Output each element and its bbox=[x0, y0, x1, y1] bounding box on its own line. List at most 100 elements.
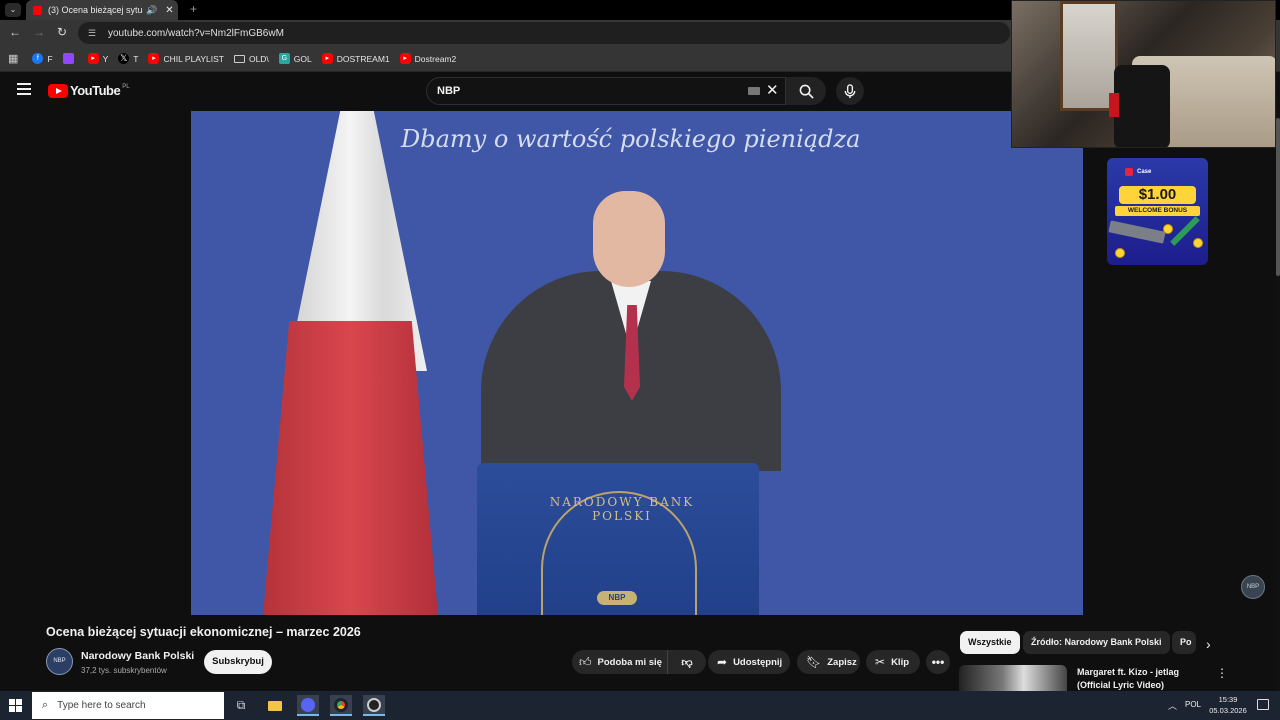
bookmark-icon: 🔖︎ bbox=[806, 655, 822, 669]
youtube-favicon-icon bbox=[33, 5, 42, 15]
taskbar-search-placeholder: Type here to search bbox=[57, 700, 146, 711]
microphone-icon bbox=[844, 83, 856, 98]
file-explorer-icon[interactable] bbox=[264, 695, 286, 716]
bookmark-facebook[interactable]: fF bbox=[32, 53, 53, 64]
chevron-right-icon[interactable]: › bbox=[1206, 636, 1211, 652]
tab-title: (3) Ocena bieżącej sytuacji e bbox=[48, 5, 143, 15]
browser-tab[interactable]: (3) Ocena bieżącej sytuacji e 🔊 ✕ bbox=[26, 0, 178, 20]
tab-close-icon[interactable]: ✕ bbox=[165, 5, 173, 16]
video-player[interactable]: Dbamy o wartość polskiego pieniądza NARO… bbox=[191, 111, 1083, 615]
channel-avatar[interactable]: NBP bbox=[46, 648, 73, 675]
keyboard-icon[interactable] bbox=[748, 87, 760, 95]
search-icon: ⌕ bbox=[42, 699, 49, 711]
more-horizontal-icon: ••• bbox=[931, 655, 945, 669]
more-vertical-icon[interactable]: ⋮ bbox=[1216, 666, 1228, 680]
save-label: Zapisz bbox=[827, 656, 857, 668]
clear-search-icon[interactable]: ✕ bbox=[766, 81, 779, 99]
tray-clock[interactable]: 15:39 05.03.2026 bbox=[1208, 694, 1248, 716]
url-text: youtube.com/watch?v=Nm2lFmGB6wM bbox=[108, 27, 284, 39]
recommendation-title[interactable]: Margaret ft. Kizo - jetlag (Official Lyr… bbox=[1077, 666, 1207, 692]
ad-brand-logo-icon bbox=[1125, 168, 1133, 176]
thumbs-up-icon: 👍︎ bbox=[579, 654, 592, 669]
apps-grid-icon[interactable]: ▦ bbox=[8, 52, 18, 65]
clip-label: Klip bbox=[891, 656, 910, 668]
recommendation-thumbnail[interactable] bbox=[959, 665, 1067, 691]
taskbar-search-input[interactable]: ⌕ Type here to search bbox=[32, 692, 224, 719]
site-info-icon[interactable]: ☰ bbox=[88, 28, 100, 39]
subscribe-button[interactable]: Subskrybuj bbox=[204, 650, 272, 674]
page-scrollbar-thumb[interactable] bbox=[1276, 118, 1280, 276]
tray-language[interactable]: POL bbox=[1185, 700, 1201, 709]
x-icon: 𝕏 bbox=[118, 53, 130, 64]
back-arrow-icon[interactable]: ← bbox=[9, 25, 21, 39]
share-button[interactable]: ➦ Udostępnij bbox=[708, 650, 790, 674]
like-button[interactable]: 👍︎ Podoba mi się bbox=[572, 650, 668, 674]
search-icon bbox=[799, 84, 814, 99]
thumbs-down-icon: 👎︎ bbox=[681, 656, 693, 669]
ad-gun-icon bbox=[1108, 220, 1166, 244]
tray-chevron-up-icon[interactable]: ︿ bbox=[1168, 699, 1177, 712]
bookmark-folder-old[interactable]: OLD\ bbox=[233, 54, 269, 64]
like-label: Podoba mi się bbox=[597, 656, 662, 668]
chip-all[interactable]: Wszystkie bbox=[960, 631, 1020, 654]
webcam-can bbox=[1109, 93, 1119, 117]
bookmark-youtube[interactable]: ▸ Y bbox=[87, 53, 108, 64]
speaker-icon[interactable]: 🔊 bbox=[146, 5, 157, 16]
chrome-icon[interactable] bbox=[330, 695, 352, 716]
video-title: Ocena bieżącej sytuacji ekonomicznej – m… bbox=[46, 625, 361, 639]
bookmark-x[interactable]: 𝕏T bbox=[118, 53, 138, 64]
bookmark-gol[interactable]: G GOL bbox=[278, 53, 312, 64]
coin-icon bbox=[1115, 248, 1125, 258]
podium-text: NARODOWY BANK POLSKI bbox=[549, 495, 695, 523]
youtube-icon: ▸ bbox=[321, 53, 333, 64]
search-input[interactable]: NBP bbox=[426, 77, 786, 105]
chip-partial[interactable]: Po bbox=[1172, 631, 1196, 654]
ad-amount: $1.00 bbox=[1119, 186, 1196, 204]
windows-start-icon[interactable] bbox=[9, 699, 22, 712]
twitch-icon bbox=[62, 53, 74, 64]
voice-search-button[interactable] bbox=[836, 77, 864, 105]
bookmark-chil-playlist[interactable]: ▸ CHIL PLAYLIST bbox=[148, 53, 224, 64]
channel-watermark[interactable]: NBP bbox=[1241, 575, 1265, 599]
bookmark-twitch[interactable] bbox=[62, 53, 78, 64]
youtube-icon: ▸ bbox=[148, 53, 160, 64]
youtube-logo[interactable]: YouTube PL bbox=[48, 83, 130, 98]
youtube-wordmark: YouTube bbox=[70, 83, 121, 98]
share-arrow-icon: ➦ bbox=[717, 655, 728, 669]
bookmark-dostream2[interactable]: ▸ Dostream2 bbox=[399, 53, 456, 64]
bookmark-dostream1[interactable]: ▸ DOSTREAM1 bbox=[321, 53, 390, 64]
ad-bonus-text: WELCOME BONUS bbox=[1115, 206, 1200, 216]
ad-brand: Case bbox=[1137, 169, 1152, 175]
new-tab-plus-icon[interactable]: + bbox=[190, 2, 197, 16]
save-button[interactable]: 🔖︎ Zapisz bbox=[797, 650, 860, 674]
scissors-icon: ✂ bbox=[875, 655, 886, 669]
webcam-overlay bbox=[1011, 0, 1276, 148]
more-actions-button[interactable]: ••• bbox=[926, 650, 950, 674]
channel-name[interactable]: Narodowy Bank Polski bbox=[81, 650, 194, 662]
reload-icon[interactable]: ↻ bbox=[57, 25, 67, 39]
youtube-play-icon bbox=[48, 83, 68, 98]
obs-icon[interactable] bbox=[363, 695, 385, 716]
dislike-button[interactable]: 👎︎ bbox=[668, 650, 706, 674]
discord-icon[interactable] bbox=[297, 695, 319, 716]
ad-banner[interactable]: Case $1.00 WELCOME BONUS bbox=[1107, 158, 1208, 265]
search-button[interactable] bbox=[786, 77, 826, 105]
podium-nbp-mark: NBP bbox=[597, 591, 637, 605]
like-dislike-group: 👍︎ Podoba mi się 👎︎ bbox=[572, 650, 706, 674]
task-view-icon[interactable]: ⧉ bbox=[230, 695, 252, 716]
chip-source[interactable]: Źródło: Narodowy Bank Polski bbox=[1023, 631, 1170, 654]
address-bar[interactable]: ☰ youtube.com/watch?v=Nm2lFmGB6wM bbox=[78, 22, 1010, 44]
polish-flag-red bbox=[263, 321, 438, 615]
forward-arrow-icon[interactable]: → bbox=[33, 25, 45, 39]
coin-icon bbox=[1163, 224, 1173, 234]
clip-button[interactable]: ✂ Klip bbox=[866, 650, 920, 674]
webcam-chair bbox=[1114, 65, 1170, 147]
menu-hamburger-icon[interactable] bbox=[17, 83, 31, 95]
notification-center-icon[interactable] bbox=[1257, 699, 1269, 710]
subscriber-count: 37,2 tys. subskrybentów bbox=[81, 666, 167, 675]
tray-date: 05.03.2026 bbox=[1209, 706, 1247, 715]
tray-time: 15:39 bbox=[1218, 695, 1238, 704]
tab-search-chevron-icon[interactable]: ⌄ bbox=[5, 3, 21, 17]
search-query: NBP bbox=[437, 85, 461, 97]
share-label: Udostępnij bbox=[733, 656, 783, 668]
